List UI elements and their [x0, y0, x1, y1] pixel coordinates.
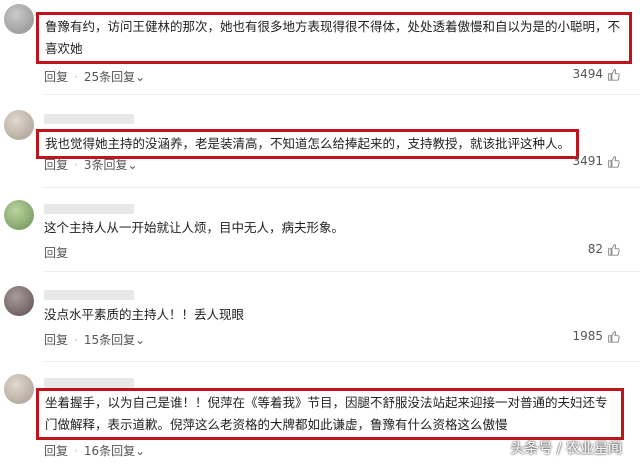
thumb-up-icon: [608, 330, 620, 343]
comment-text: 坐着握手，以为自己是谁！！倪萍在《等着我》节目，因腿不舒服没法站起来迎接一对普通…: [36, 388, 624, 440]
avatar[interactable]: [4, 200, 34, 230]
chevron-down-icon: ⌄: [127, 158, 138, 172]
reply-button[interactable]: 回复: [44, 444, 68, 458]
like-count: 1985: [572, 329, 603, 343]
username[interactable]: [44, 114, 134, 124]
comment-item: 我也觉得她主持的没涵养，老是装清高，不知道怎么给捧起来的，支持教授，就该批评这种…: [0, 96, 640, 188]
avatar[interactable]: [4, 110, 34, 140]
view-replies-button[interactable]: 16条回复⌄: [84, 444, 145, 458]
reply-button[interactable]: 回复: [44, 158, 68, 172]
divider: [44, 187, 640, 188]
reply-button[interactable]: 回复: [44, 246, 68, 260]
reply-button[interactable]: 回复: [44, 70, 68, 84]
like-button[interactable]: 3491: [572, 154, 620, 168]
comment-item: 这个主持人从一开始就让人烦，目中无人，病夫形象。 回复 82: [0, 190, 640, 272]
chevron-down-icon: ⌄: [135, 70, 146, 84]
thumb-up-icon: [608, 68, 620, 81]
username[interactable]: [44, 290, 134, 300]
avatar[interactable]: [4, 374, 34, 404]
like-button[interactable]: 3494: [572, 67, 620, 81]
comment-meta: 回复 · 3条回复⌄: [44, 158, 138, 172]
thumb-up-icon: [608, 155, 620, 168]
username[interactable]: [44, 204, 134, 214]
like-button[interactable]: 82: [588, 242, 620, 256]
watermark: 头条号 / 农业星闻: [510, 441, 622, 457]
chevron-down-icon: ⌄: [135, 333, 146, 347]
avatar[interactable]: [4, 286, 34, 316]
divider: [44, 94, 640, 95]
comment-text: 鲁豫有约，访问王健林的那次，她也有很多地方表现得很不得体，处处透着傲慢和自以为是…: [36, 12, 632, 64]
chevron-down-icon: ⌄: [135, 444, 146, 458]
reply-button[interactable]: 回复: [44, 333, 68, 347]
comment-meta: 回复 · 15条回复⌄: [44, 333, 146, 347]
comment-meta: 回复 · 25条回复⌄: [44, 70, 146, 84]
view-replies-button[interactable]: 25条回复⌄: [84, 70, 145, 84]
username[interactable]: [44, 378, 134, 388]
comment-meta: 回复: [44, 244, 68, 261]
comment-item: 没点水平素质的主持人！！丢人现眼 回复 · 15条回复⌄ 1985: [0, 274, 640, 362]
like-button[interactable]: 1985: [572, 329, 620, 343]
avatar[interactable]: [4, 4, 34, 34]
divider: [44, 271, 640, 272]
like-count: 3491: [572, 154, 603, 168]
like-count: 3494: [572, 67, 603, 81]
view-replies-button[interactable]: 15条回复⌄: [84, 333, 145, 347]
like-count: 82: [587, 242, 603, 256]
comment-item: 鲁豫有约，访问王健林的那次，她也有很多地方表现得很不得体，处处透着傲慢和自以为是…: [0, 0, 640, 95]
comment-text: 这个主持人从一开始就让人烦，目中无人，病夫形象。: [44, 220, 345, 235]
thumb-up-icon: [608, 243, 620, 256]
view-replies-button[interactable]: 3条回复⌄: [84, 158, 138, 172]
divider: [44, 361, 640, 362]
comment-text: 没点水平素质的主持人！！丢人现眼: [44, 307, 245, 322]
comment-meta: 回复 · 16条回复⌄: [44, 444, 146, 458]
comment-text: 我也觉得她主持的没涵养，老是装清高，不知道怎么给捧起来的，支持教授，就该批评这种…: [36, 129, 580, 159]
